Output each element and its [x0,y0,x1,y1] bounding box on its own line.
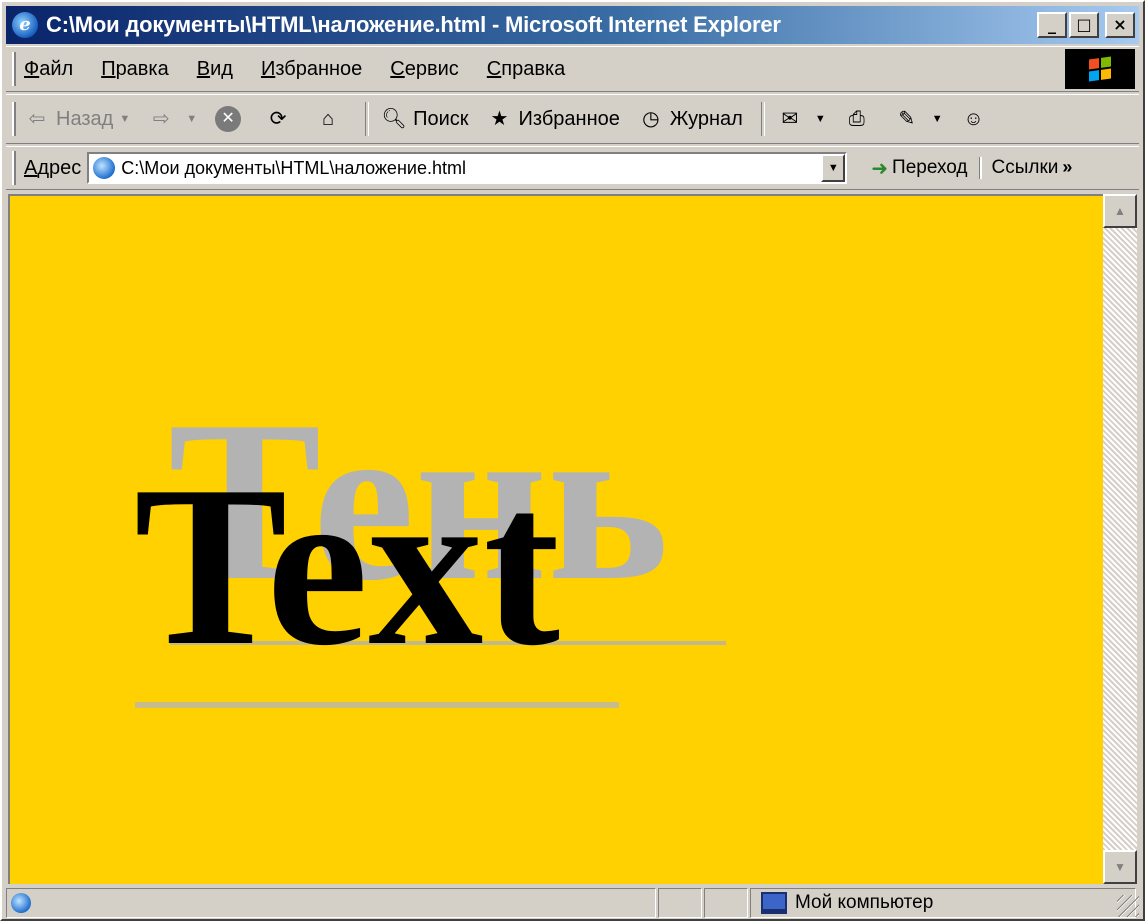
search-label: Поиск [413,107,469,130]
minimize-button[interactable]: _ [1037,12,1067,38]
links-button[interactable]: Ссылки» [979,157,1072,179]
edit-button[interactable]: ✎ ▼ [894,106,943,132]
mail-icon: ✉ [781,108,799,130]
status-progress-panel [658,887,702,918]
status-zone-panel: Мой компьютер [750,887,1136,918]
caption-buttons: _ □ × [1037,12,1135,38]
address-url[interactable]: C:\Мои документы\HTML\наложение.html [121,158,466,179]
history-button[interactable]: ◷ Журнал [638,106,743,132]
browser-window: e C:\Мои документы\HTML\наложение.html -… [0,0,1145,921]
address-input[interactable]: C:\Мои документы\HTML\наложение.html ▼ [87,152,848,184]
page-status-icon [11,892,31,913]
scroll-down-button[interactable]: ▼ [1103,850,1137,884]
status-bar: Мой компьютер [6,886,1139,919]
messenger-button[interactable]: ☺ [961,106,993,132]
links-label: Ссылки [991,157,1059,178]
stop-icon: ✕ [215,106,242,132]
toolbar-grip[interactable] [12,102,16,136]
back-button[interactable]: ⇦ Назад ▼ [24,106,131,132]
go-label: Переход [892,157,968,178]
search-button[interactable]: 🔍︎ Поиск [381,106,468,132]
go-button[interactable]: ➜ Переход [871,156,967,181]
back-arrow-icon: ⇦ [28,108,46,130]
chevron-right-icon[interactable]: » [1062,157,1072,177]
forward-dropdown-icon[interactable]: ▼ [186,113,197,125]
main-text: Text [134,438,560,693]
my-computer-icon [761,891,787,914]
print-icon: ⎙ [848,108,865,130]
standard-toolbar: ⇦ Назад ▼ ⇨ ▼ ✕ ⟳ ⌂ 🔍︎ Поиск ★ Избранное… [6,94,1139,144]
maximize-button[interactable]: □ [1069,12,1099,38]
vertical-scrollbar[interactable]: ▲ ▼ [1103,194,1137,884]
forward-button[interactable]: ⇨ ▼ [148,106,197,132]
search-icon: 🔍︎ [381,108,407,130]
close-button[interactable]: × [1105,12,1135,38]
main-underline [135,702,619,708]
go-arrow-icon: ➜ [871,157,889,180]
menu-edit[interactable]: Правка [101,58,169,81]
mail-dropdown-icon[interactable]: ▼ [815,113,826,125]
resize-grip-icon[interactable] [1117,895,1139,917]
edit-dropdown-icon[interactable]: ▼ [932,113,943,125]
status-security-panel [704,887,748,918]
favorites-label: Избранное [518,107,620,130]
menu-grip[interactable] [12,52,16,86]
refresh-button[interactable]: ⟳ [265,106,297,132]
stop-button[interactable]: ✕ [215,106,247,132]
title-bar[interactable]: e C:\Мои документы\HTML\наложение.html -… [6,6,1139,44]
windows-logo-icon [1065,49,1135,89]
address-dropdown-button[interactable]: ▼ [821,154,846,182]
menu-help[interactable]: Справка [487,58,565,81]
back-label: Назад [56,107,114,130]
menu-tools[interactable]: Сервис [390,58,459,81]
home-button[interactable]: ⌂ [315,106,347,132]
ie-icon: e [12,12,38,38]
print-button[interactable]: ⎙ [844,106,876,132]
address-grip[interactable] [12,151,16,185]
back-dropdown-icon[interactable]: ▼ [119,113,130,125]
home-icon: ⌂ [322,108,335,130]
page-content: Тень Text [8,194,1103,884]
favorites-icon: ★ [490,108,509,130]
edit-icon: ✎ [898,108,916,130]
history-label: Журнал [669,107,743,130]
menu-bar: Файл Правка Вид Избранное Сервис Справка [6,46,1139,92]
history-icon: ◷ [642,108,660,130]
refresh-icon: ⟳ [269,108,287,130]
zone-label: Мой компьютер [795,891,934,913]
page-icon [93,157,116,179]
window-title: C:\Мои документы\HTML\наложение.html - M… [46,12,781,37]
address-label: Адрес [24,156,82,179]
favorites-button[interactable]: ★ Избранное [487,106,620,132]
menu-view[interactable]: Вид [197,58,233,81]
scroll-up-button[interactable]: ▲ [1103,194,1137,228]
status-main-panel [6,887,656,918]
toolbar-separator [365,102,370,136]
menu-favorites[interactable]: Избранное [261,58,362,81]
address-bar: Адрес C:\Мои документы\HTML\наложение.ht… [6,146,1139,190]
mail-button[interactable]: ✉ ▼ [777,106,826,132]
toolbar-separator [760,102,765,136]
messenger-icon: ☺ [963,108,984,130]
forward-arrow-icon: ⇨ [152,108,170,130]
menu-file[interactable]: Файл [24,58,73,81]
